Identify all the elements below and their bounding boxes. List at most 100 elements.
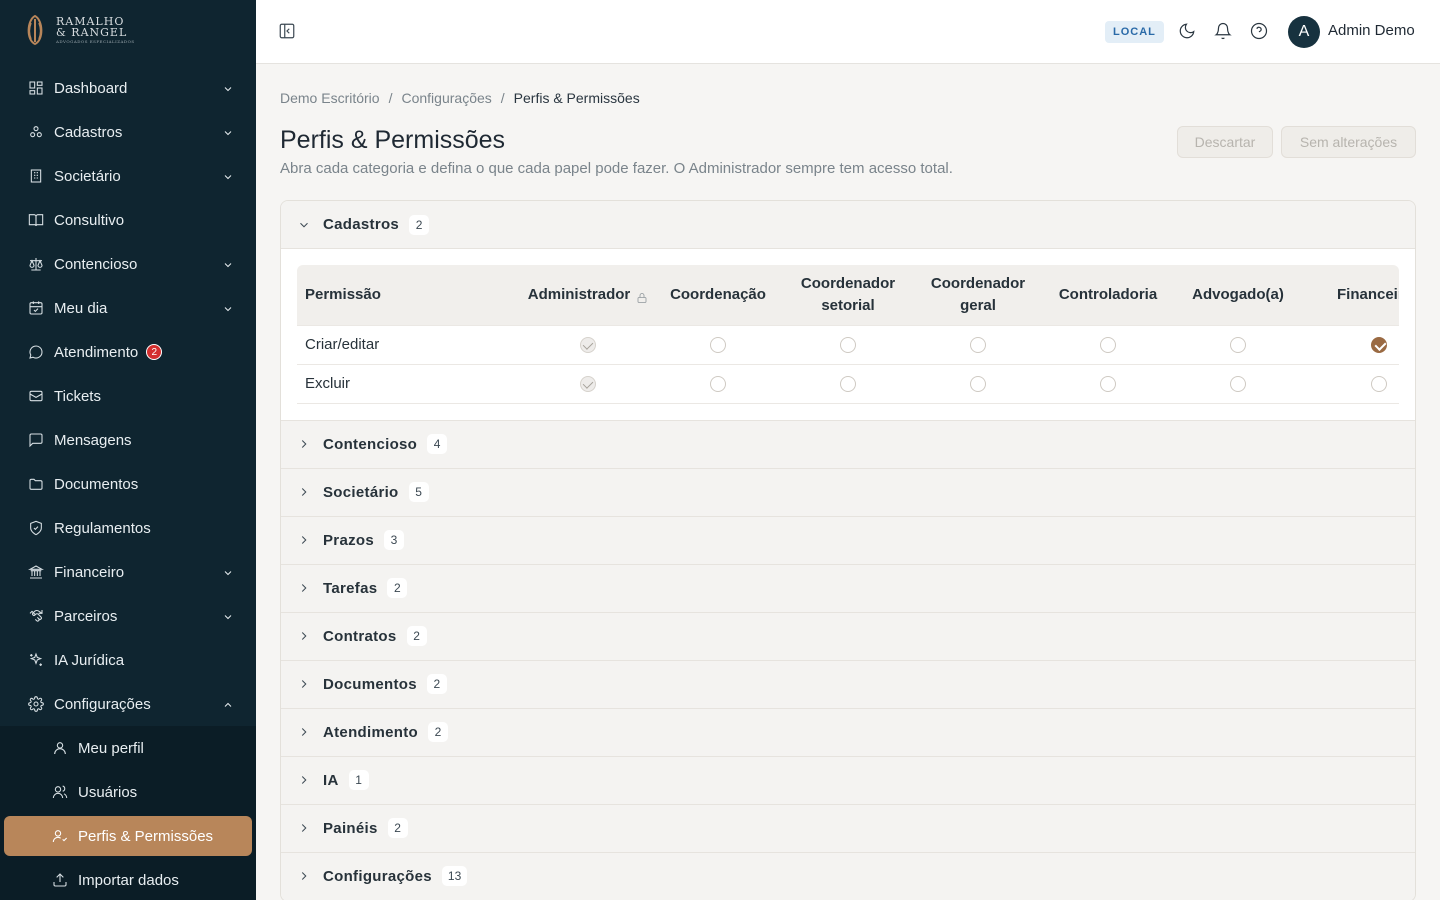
section-header-cadastros[interactable]: Cadastros 2 <box>281 201 1415 249</box>
checkbox-controladoria[interactable] <box>1100 337 1116 354</box>
checkbox-coordenador-geral[interactable] <box>970 376 986 393</box>
sidebar-item-meu-dia[interactable]: Meu dia <box>0 286 256 330</box>
section-count-badge: 2 <box>409 214 430 235</box>
checkbox-coordenador-geral[interactable] <box>970 337 986 354</box>
section-header-contencioso[interactable]: Contencioso 4 <box>281 420 1415 469</box>
section-label: Societário <box>323 483 399 501</box>
sidebar-item-label: Dashboard <box>54 79 128 97</box>
brand-line2: & RANGEL <box>56 26 128 39</box>
breadcrumb-separator: / <box>500 90 505 106</box>
save-button[interactable]: Sem alterações <box>1281 126 1416 158</box>
sidebar-item-label: Configurações <box>54 695 151 713</box>
section-count-badge: 5 <box>408 482 429 502</box>
section-count-badge: 4 <box>427 434 448 454</box>
permission-cell <box>1043 324 1173 364</box>
moon-icon[interactable] <box>1178 22 1198 42</box>
section-body: Permissão Administrador Coordenação Coorden… <box>281 249 1415 421</box>
checkbox-financeiro[interactable] <box>1371 337 1387 354</box>
chevron-down-icon <box>222 610 234 622</box>
breadcrumb-item-current: Perfis & Permissões <box>513 90 640 106</box>
sidebar-subitem-importar-dados[interactable]: Importar dados <box>0 858 256 900</box>
sidebar-item-ia-juridica[interactable]: IA Jurídica <box>0 638 256 682</box>
sidebar-item-label: Contencioso <box>54 255 138 273</box>
sidebar-item-societario[interactable]: Societário <box>0 154 256 198</box>
section-header-ia[interactable]: IA 1 <box>281 756 1415 805</box>
bank-icon <box>28 564 44 580</box>
chevron-right-icon <box>297 581 311 595</box>
checkbox-financeiro[interactable] <box>1371 376 1387 393</box>
brand-logo[interactable]: RAMALHO & RANGEL ADVOGADOS ESPECIALIZADO… <box>22 12 135 48</box>
section-header-tarefas[interactable]: Tarefas 2 <box>281 564 1415 613</box>
sidebar-subitem-label: Meu perfil <box>78 739 144 757</box>
sidebar-subitem-label: Perfis & Permissões <box>78 827 214 845</box>
sidebar-item-regulamentos[interactable]: Regulamentos <box>0 506 256 550</box>
checkbox-administrador <box>580 337 596 354</box>
section-header-documentos[interactable]: Documentos 2 <box>281 660 1415 709</box>
column-header-label: Permissão <box>305 285 381 303</box>
section-header-configuracoes[interactable]: Configurações 13 <box>281 852 1415 900</box>
section-header-prazos[interactable]: Prazos 3 <box>281 516 1415 565</box>
sidebar-item-label: Tickets <box>54 387 101 405</box>
section-label: Tarefas <box>323 579 378 597</box>
column-header-permissao: Permissão <box>297 265 523 325</box>
sidebar-item-financeiro[interactable]: Financeiro <box>0 550 256 594</box>
sidebar-item-atendimento[interactable]: Atendimento 2 <box>0 330 256 374</box>
chevron-right-icon <box>297 869 311 883</box>
breadcrumb-item-settings[interactable]: Configurações <box>401 90 491 106</box>
ticket-icon <box>28 388 44 404</box>
sidebar-item-mensagens[interactable]: Mensagens <box>0 418 256 462</box>
gear-icon <box>28 696 44 712</box>
section-header-societario[interactable]: Societário 5 <box>281 468 1415 517</box>
section-label: Documentos <box>323 675 417 693</box>
bell-icon[interactable] <box>1214 22 1234 42</box>
checkbox-coordenador-setorial[interactable] <box>840 376 856 393</box>
permissions-table: Permissão Administrador Coordenação Coorden… <box>297 265 1399 404</box>
sidebar-subitem-usuarios[interactable]: Usuários <box>0 770 256 814</box>
brand-text: RAMALHO & RANGEL ADVOGADOS ESPECIALIZADO… <box>56 16 135 44</box>
section-count-badge: 13 <box>441 866 468 886</box>
avatar[interactable]: A <box>1288 16 1320 48</box>
column-header-label: Financeiro <box>1337 285 1399 303</box>
permission-label: Criar/editar <box>297 324 523 364</box>
dashboard-icon <box>28 80 44 96</box>
checkbox-advogado-a[interactable] <box>1230 337 1246 354</box>
sidebar-item-tickets[interactable]: Tickets <box>0 374 256 418</box>
sidebar-item-configuracoes[interactable]: Configurações <box>0 682 256 726</box>
handshake-icon <box>28 608 44 624</box>
checkbox-coordenacao[interactable] <box>710 337 726 354</box>
sidebar-subitem-meu-perfil[interactable]: Meu perfil <box>0 726 256 770</box>
topbar: LOCAL A Admin Demo <box>256 0 1440 64</box>
sidebar-item-dashboard[interactable]: Dashboard <box>0 66 256 110</box>
permission-cell <box>1303 363 1399 404</box>
column-header-label: Controladoria <box>1058 285 1158 303</box>
sidebar-item-parceiros[interactable]: Parceiros <box>0 594 256 638</box>
section-label: Prazos <box>323 531 374 549</box>
sidebar-item-documentos[interactable]: Documentos <box>0 462 256 506</box>
checkbox-coordenacao[interactable] <box>710 376 726 393</box>
calendar-icon <box>28 300 44 316</box>
permission-cell <box>1043 363 1173 404</box>
section-header-atendimento[interactable]: Atendimento 2 <box>281 708 1415 757</box>
chevron-right-icon <box>297 533 311 547</box>
breadcrumb-item-org[interactable]: Demo Escritório <box>280 90 380 106</box>
sidebar-item-consultivo[interactable]: Consultivo <box>0 198 256 242</box>
checkbox-advogado-a[interactable] <box>1230 376 1246 393</box>
upload-icon <box>52 872 68 888</box>
column-header-label: Coordenação <box>670 285 766 303</box>
sidebar: RAMALHO & RANGEL ADVOGADOS ESPECIALIZADO… <box>0 0 256 900</box>
user-name[interactable]: Admin Demo <box>1328 22 1415 39</box>
discard-button[interactable]: Descartar <box>1177 126 1273 158</box>
sidebar-item-label: Parceiros <box>54 607 118 625</box>
section-header-paineis[interactable]: Painéis 2 <box>281 804 1415 853</box>
table-body: Criar/editar Excluir <box>297 324 1399 404</box>
checkbox-controladoria[interactable] <box>1100 376 1116 393</box>
help-icon[interactable] <box>1250 22 1270 42</box>
book-icon <box>28 212 44 228</box>
section-header-contratos[interactable]: Contratos 2 <box>281 612 1415 661</box>
sidebar-toggle-icon[interactable] <box>278 22 298 42</box>
sidebar-subitem-perfis-permissoes[interactable]: Perfis & Permissões <box>4 816 252 856</box>
sidebar-item-cadastros[interactable]: Cadastros <box>0 110 256 154</box>
checkbox-coordenador-setorial[interactable] <box>840 337 856 354</box>
sidebar-item-contencioso[interactable]: Contencioso <box>0 242 256 286</box>
column-header-coordenador-setorial: Coordenador setorial <box>783 265 913 325</box>
